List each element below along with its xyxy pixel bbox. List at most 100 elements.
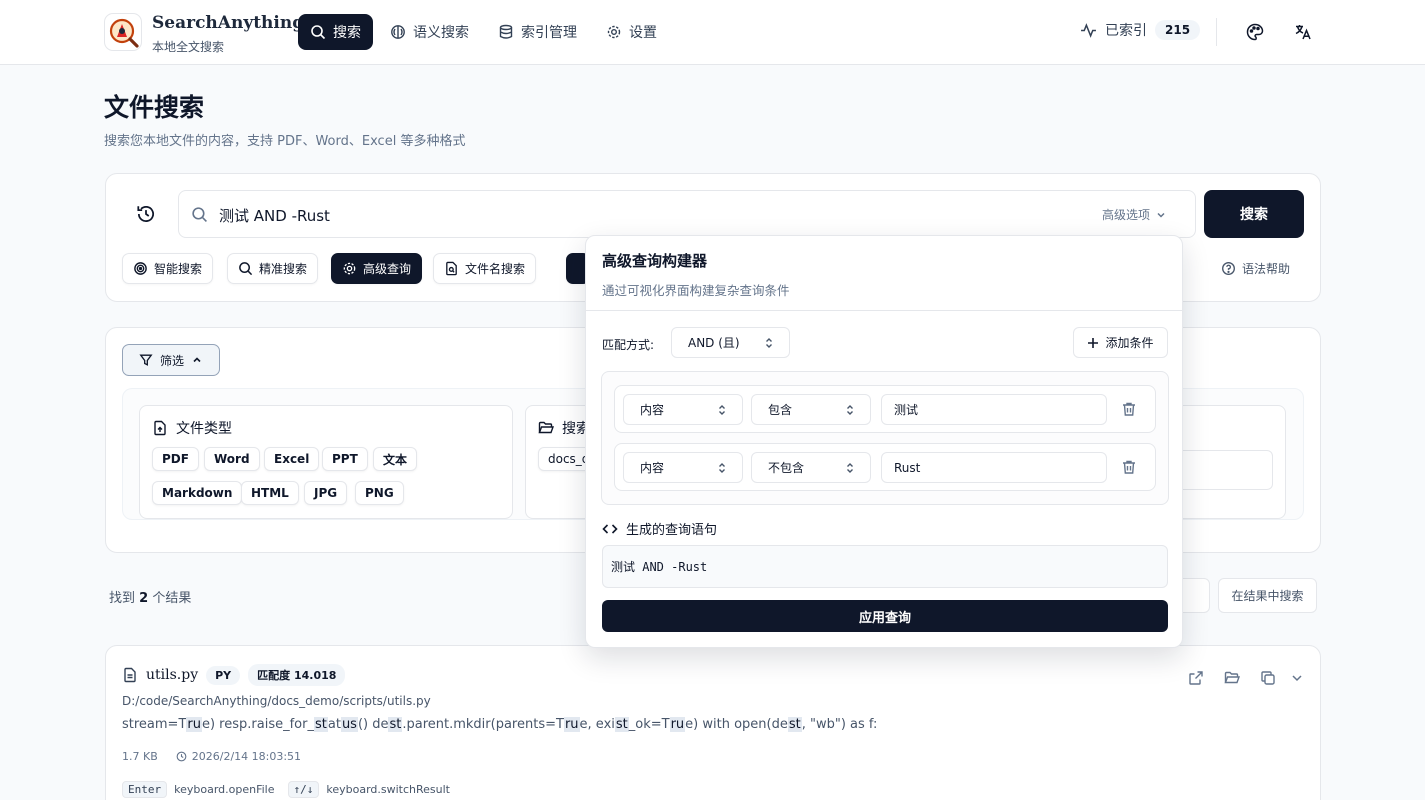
file-search-icon [446,261,457,276]
chevron-up-icon [193,357,201,363]
result-file-name[interactable]: utils.py [146,667,198,683]
snippet-text: stream=T [122,717,187,732]
type-chip-ppt[interactable]: PPT [322,447,368,471]
plus-icon [1088,337,1099,348]
type-chip-jpg[interactable]: JPG [304,481,348,505]
condition-row: 内容 不包含 Rust [614,443,1156,491]
filter-toggle-label: 筛选 [159,353,184,368]
mode-filename-search[interactable]: 文件名搜索 [433,253,537,284]
syntax-help-link[interactable]: 语法帮助 [1221,260,1290,277]
file-upload-icon [154,420,166,436]
mode-advanced-label: 高级查询 [363,262,412,276]
filter-toggle-button[interactable]: 筛选 [122,344,220,376]
match-mode-select[interactable]: AND (且) [671,327,790,358]
condition-field-select[interactable]: 内容 [623,394,743,425]
copy-icon[interactable] [1260,670,1276,686]
snippet-text: () de [357,717,389,732]
mode-exact-label: 精准搜索 [259,262,308,276]
target-icon [134,262,147,275]
search-icon [311,25,326,40]
page-title: 文件搜索 [104,93,205,122]
clock-icon [176,751,187,762]
type-chip-excel[interactable]: Excel [264,447,320,471]
result-count-number: 2 [139,591,149,606]
filter-right-input[interactable] [1170,450,1273,490]
trash-icon[interactable] [1121,459,1137,475]
index-status: 已索引 215 [1080,20,1201,40]
page-subtitle: 搜索您本地文件的内容，支持 PDF、Word、Excel 等多种格式 [104,134,466,149]
condition-field-select[interactable]: 内容 [623,452,743,483]
condition-value-input[interactable]: Rust [881,452,1107,483]
nav-search-label: 搜索 [333,25,361,41]
nav-index-manage[interactable]: 索引管理 [486,14,589,50]
mode-smart-label: 智能搜索 [154,262,203,276]
snippet-highlight: us [340,717,358,732]
code-icon [602,523,618,534]
chevrons-up-down-icon [719,462,725,473]
folder-open-icon[interactable] [1224,670,1240,686]
builder-title: 高级查询构建器 [602,252,708,270]
folder-open-icon [538,421,554,434]
type-chip-markdown[interactable]: Markdown [152,481,243,505]
type-chip-text[interactable]: 文本 [373,447,418,471]
apply-query-button[interactable]: 应用查询 [602,600,1168,632]
builder-divider [586,310,1182,311]
mode-advanced-query[interactable]: 高级查询 [331,253,423,284]
chevron-down-icon[interactable] [1289,670,1305,686]
result-count: 找到 2 个结果 [109,587,191,606]
result-title-row: utils.py PY 匹配度 14.018 [122,664,346,686]
result-modified-time: 2026/2/14 18:03:51 [191,750,302,763]
mode-smart-search[interactable]: 智能搜索 [122,253,214,284]
condition-field-value: 内容 [640,403,665,417]
gear-icon [343,262,356,275]
snippet-text: e) with open(de [685,717,788,732]
search-input[interactable]: 测试 AND -Rust [178,190,1196,238]
brain-icon [391,25,405,39]
conditions-list: 内容 包含 测试 内容 不包含 Rust [601,371,1169,505]
match-mode-label: 匹配方式: [602,338,655,352]
condition-operator-select[interactable]: 包含 [751,394,871,425]
type-chip-html[interactable]: HTML [241,481,299,505]
external-link-icon[interactable] [1188,670,1204,686]
add-condition-label: 添加条件 [1105,336,1154,350]
condition-row: 内容 包含 测试 [614,385,1156,433]
type-chip-png[interactable]: PNG [355,481,404,505]
indexed-count-badge: 215 [1155,20,1201,40]
history-icon[interactable] [135,203,157,225]
file-type-title: 文件类型 [152,418,232,438]
advanced-options-label: 高级选项 [1102,208,1151,222]
snippet-text: e, exi [579,717,615,732]
palette-icon[interactable] [1245,22,1265,42]
match-mode-value: AND (且) [688,336,740,350]
add-condition-button[interactable]: 添加条件 [1073,327,1168,358]
search-button[interactable]: 搜索 [1204,190,1304,238]
search-icon [239,262,253,276]
kbd-enter: Enter [122,781,168,798]
search-query-text: 测试 AND -Rust [219,207,330,225]
condition-operator-select[interactable]: 不包含 [751,452,871,483]
translate-icon[interactable] [1293,22,1313,42]
filter-icon [139,354,153,366]
chevrons-up-down-icon [847,462,853,473]
trash-icon[interactable] [1121,401,1137,417]
search-icon [192,207,207,222]
result-score-badge: 匹配度 14.018 [248,664,346,686]
type-chip-word[interactable]: Word [204,447,260,471]
header-divider [1216,18,1217,46]
nav-settings[interactable]: 设置 [594,14,669,50]
nav-index-label: 索引管理 [521,25,577,41]
file-type-label: 文件类型 [176,421,232,437]
generated-query-title: 生成的查询语句 [602,519,717,538]
search-in-results-button[interactable]: 在结果中搜索 [1218,578,1317,613]
chevrons-up-down-icon [766,337,772,348]
result-meta: 1.7 KB 2026/2/14 18:03:51 [122,750,301,763]
condition-value-input[interactable]: 测试 [881,394,1107,425]
type-chip-pdf[interactable]: PDF [152,447,199,471]
nav-search[interactable]: 搜索 [298,14,373,50]
result-size: 1.7 KB [122,750,158,763]
mode-exact-search[interactable]: 精准搜索 [227,253,319,284]
snippet-text: at [327,717,341,732]
mode-filename-label: 文件名搜索 [465,262,526,276]
nav-semantic-search[interactable]: 语义搜索 [378,14,481,50]
advanced-options-toggle[interactable]: 高级选项 [1102,206,1167,223]
